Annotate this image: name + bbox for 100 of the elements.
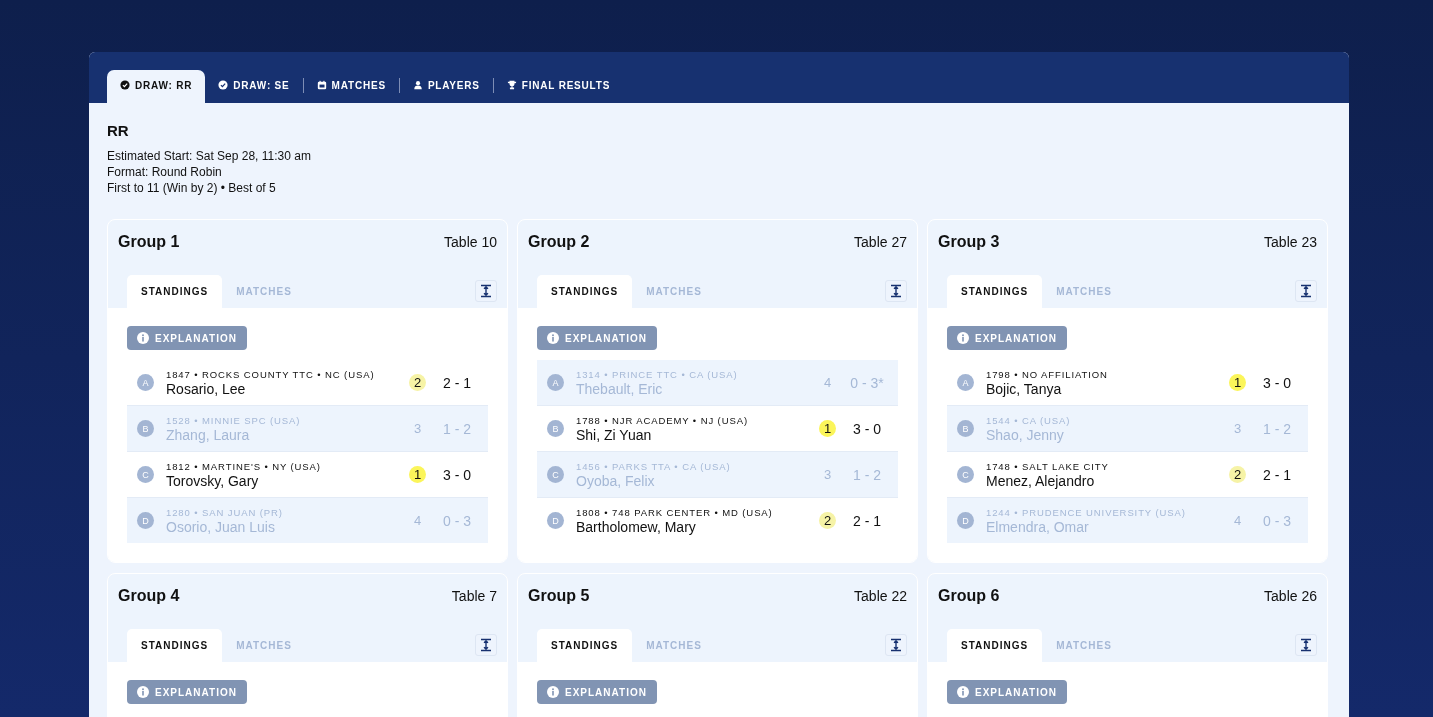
tab[interactable]: FINAL RESULTS — [493, 70, 624, 103]
win-loss-record: 2 - 1 — [442, 374, 472, 391]
win-loss-record: 2 - 1 — [852, 512, 882, 529]
seed-badge: D — [957, 512, 974, 529]
table-label: Table 22 — [854, 588, 907, 604]
player-rating-club: 1812 • MARTINE'S • NY (USA) — [166, 460, 322, 472]
player-name: Bartholomew, Mary — [576, 518, 697, 535]
group-title: Group 6 — [938, 587, 1000, 605]
seed-badge: A — [547, 374, 564, 391]
explanation-button[interactable]: EXPLANATION — [127, 680, 247, 704]
player-rating-club: 1314 • PRINCE TTC • CA (USA) — [576, 368, 739, 380]
rank-badge: 1 — [1229, 374, 1246, 391]
seed-badge: B — [137, 420, 154, 437]
info-icon — [137, 332, 149, 344]
explanation-button[interactable]: EXPLANATION — [127, 326, 247, 350]
rank-badge: 1 — [819, 420, 836, 437]
table-label: Table 26 — [1264, 588, 1317, 604]
event-detail: Estimated Start: Sat Sep 28, 11:30 am — [107, 148, 312, 164]
standings-tab[interactable]: MATCHES — [222, 275, 306, 308]
expand-button[interactable] — [1295, 280, 1317, 302]
standings-tab[interactable]: STANDINGS — [537, 629, 633, 662]
player-rating-club: 1544 • CA (USA) — [986, 414, 1072, 426]
rank-badge: 2 — [819, 512, 836, 529]
expand-button[interactable] — [1295, 634, 1317, 656]
explanation-button[interactable]: EXPLANATION — [537, 680, 657, 704]
player-rating-club: 1456 • PARKS TTA • CA (USA) — [576, 460, 732, 472]
group-title: Group 3 — [938, 233, 1000, 251]
standings-tab[interactable]: STANDINGS — [947, 629, 1043, 662]
person-icon — [412, 80, 423, 90]
expand-vertical-icon — [1300, 638, 1312, 652]
event-detail: Format: Round Robin — [107, 164, 223, 180]
win-loss-record: 0 - 3 — [1262, 512, 1292, 529]
player-name: Bojic, Tanya — [986, 380, 1063, 397]
group-title: Group 4 — [118, 587, 180, 605]
player-rating-club: 1528 • MINNIE SPC (USA) — [166, 414, 302, 426]
player-rating-club: 1808 • 748 PARK CENTER • MD (USA) — [576, 506, 774, 518]
player-name: Menez, Alejandro — [986, 472, 1096, 489]
seed-badge: C — [957, 466, 974, 483]
player-name: Zhang, Laura — [166, 426, 251, 443]
tab[interactable]: PLAYERS — [399, 70, 493, 103]
tab[interactable]: DRAW: RR — [107, 70, 206, 103]
player-rating-club: 1798 • NO AFFILIATION — [986, 368, 1109, 380]
rank-label: 3 — [412, 420, 423, 437]
group-title: Group 2 — [528, 233, 590, 251]
standings-tab[interactable]: STANDINGS — [947, 275, 1043, 308]
seed-badge: C — [137, 466, 154, 483]
info-icon — [547, 686, 559, 698]
expand-vertical-icon — [480, 284, 492, 298]
player-rating-club: 1788 • NJR ACADEMY • NJ (USA) — [576, 414, 749, 426]
player-rating-club: 1244 • PRUDENCE UNIVERSITY (USA) — [986, 506, 1187, 518]
standings-tab[interactable]: MATCHES — [1042, 629, 1126, 662]
player-name: Shi, Zi Yuan — [576, 426, 653, 443]
seed-badge: D — [137, 512, 154, 529]
win-loss-record: 2 - 1 — [1262, 466, 1292, 483]
player-rating-club: 1280 • SAN JUAN (PR) — [166, 506, 284, 518]
table-label: Table 23 — [1264, 234, 1317, 250]
rank-badge: 2 — [409, 374, 426, 391]
standings-tab[interactable]: MATCHES — [222, 629, 306, 662]
standings-tab[interactable]: STANDINGS — [127, 275, 223, 308]
explanation-button[interactable]: EXPLANATION — [537, 326, 657, 350]
table-label: Table 27 — [854, 234, 907, 250]
standings-tab[interactable]: MATCHES — [1042, 275, 1126, 308]
explanation-button[interactable]: EXPLANATION — [947, 680, 1067, 704]
info-icon — [547, 332, 559, 344]
expand-button[interactable] — [475, 634, 497, 656]
player-name: Elmendra, Omar — [986, 518, 1090, 535]
expand-button[interactable] — [885, 634, 907, 656]
standings-tab[interactable]: MATCHES — [632, 629, 716, 662]
rank-badge: 2 — [1229, 466, 1246, 483]
trophy-icon — [506, 80, 517, 90]
explanation-button[interactable]: EXPLANATION — [947, 326, 1067, 350]
group-title: Group 1 — [118, 233, 180, 251]
player-name: Oyoba, Felix — [576, 472, 656, 489]
table-label: Table 10 — [444, 234, 497, 250]
expand-button[interactable] — [885, 280, 907, 302]
standings-tab[interactable]: STANDINGS — [537, 275, 633, 308]
table-label: Table 7 — [451, 588, 497, 604]
group-title: Group 5 — [528, 587, 590, 605]
info-icon — [957, 332, 969, 344]
tab[interactable]: MATCHES — [303, 70, 399, 103]
event-detail: First to 11 (Win by 2) • Best of 5 — [107, 180, 277, 196]
rank-label: 3 — [1232, 420, 1243, 437]
player-name: Osorio, Juan Luis — [166, 518, 276, 535]
win-loss-record: 0 - 3* — [849, 374, 885, 391]
rank-badge: 1 — [409, 466, 426, 483]
win-loss-record: 0 - 3 — [442, 512, 472, 529]
rank-label: 4 — [822, 374, 833, 391]
seed-badge: B — [957, 420, 974, 437]
expand-vertical-icon — [890, 284, 902, 298]
player-rating-club: 1847 • ROCKS COUNTY TTC • NC (USA) — [166, 368, 376, 380]
player-rating-club: 1748 • SALT LAKE CITY — [986, 460, 1110, 472]
standings-tab[interactable]: STANDINGS — [127, 629, 223, 662]
win-loss-record: 3 - 0 — [1262, 374, 1292, 391]
win-loss-record: 3 - 0 — [442, 466, 472, 483]
tab[interactable]: DRAW: SE — [205, 70, 303, 103]
expand-button[interactable] — [475, 280, 497, 302]
standings-tab[interactable]: MATCHES — [632, 275, 716, 308]
rank-label: 3 — [822, 466, 833, 483]
calendar-icon — [316, 80, 327, 90]
win-loss-record: 3 - 0 — [852, 420, 882, 437]
